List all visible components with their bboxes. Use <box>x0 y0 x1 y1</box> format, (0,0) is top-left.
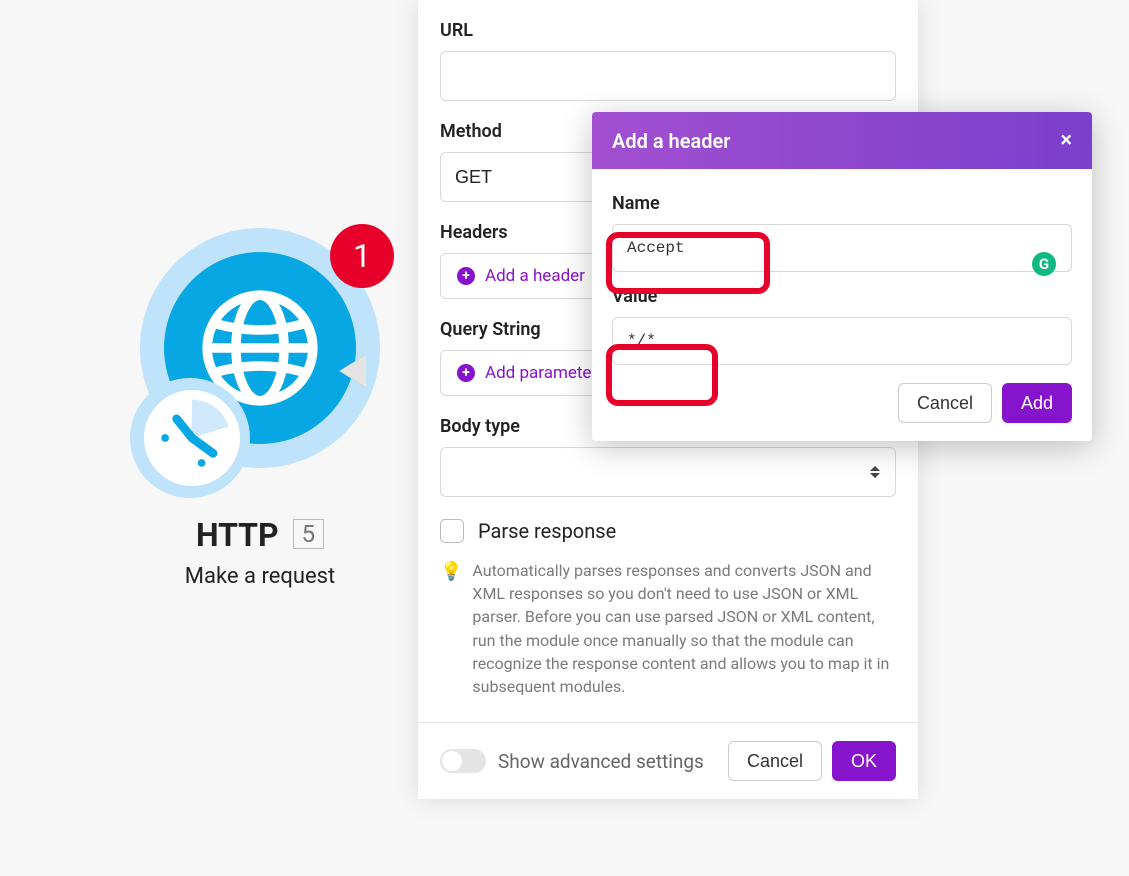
parse-response-hint: Automatically parses responses and conve… <box>472 559 896 698</box>
ok-button[interactable]: OK <box>832 741 896 781</box>
popup-cancel-button[interactable]: Cancel <box>898 383 992 423</box>
close-icon[interactable]: × <box>1060 128 1072 153</box>
parse-response-checkbox[interactable] <box>440 519 464 543</box>
add-parameter-label: Add parameter <box>485 363 597 383</box>
clock-icon <box>144 390 240 486</box>
add-header-label: Add a header <box>485 266 585 286</box>
lightbulb-icon: 💡 <box>440 559 462 698</box>
url-input[interactable] <box>440 51 896 101</box>
panel-footer: Show advanced settings Cancel OK <box>418 722 918 781</box>
cancel-button[interactable]: Cancel <box>728 741 822 781</box>
popup-header: Add a header × <box>592 112 1092 169</box>
header-value-label: Value <box>612 286 1072 307</box>
advanced-settings-label: Show advanced settings <box>498 750 704 773</box>
header-name-label: Name <box>612 193 1072 214</box>
module-node: 1 HTTP 5 Make a request <box>120 228 400 589</box>
url-label: URL <box>440 20 896 41</box>
module-subtitle: Make a request <box>120 564 400 589</box>
plus-icon: + <box>457 267 475 285</box>
toggle-knob <box>442 751 462 771</box>
module-icon-container[interactable]: 1 <box>140 228 380 468</box>
module-title: HTTP 5 <box>120 516 400 554</box>
plus-icon: + <box>457 364 475 382</box>
popup-title: Add a header <box>612 129 730 153</box>
advanced-settings-toggle[interactable] <box>440 749 486 773</box>
add-header-popup: Add a header × Name Value Cancel Add G <box>592 112 1092 441</box>
header-value-input[interactable] <box>612 317 1072 365</box>
notification-badge: 1 <box>330 224 394 288</box>
grammarly-icon: G <box>1032 252 1056 276</box>
panel-pointer <box>340 355 366 387</box>
popup-add-button[interactable]: Add <box>1002 383 1072 423</box>
module-count-badge: 5 <box>293 519 325 549</box>
parse-response-hint-row: 💡 Automatically parses responses and con… <box>440 559 896 698</box>
module-title-text: HTTP <box>196 516 279 554</box>
body-type-select[interactable] <box>440 447 896 497</box>
header-name-input[interactable] <box>612 224 1072 272</box>
parse-response-label: Parse response <box>478 519 616 543</box>
